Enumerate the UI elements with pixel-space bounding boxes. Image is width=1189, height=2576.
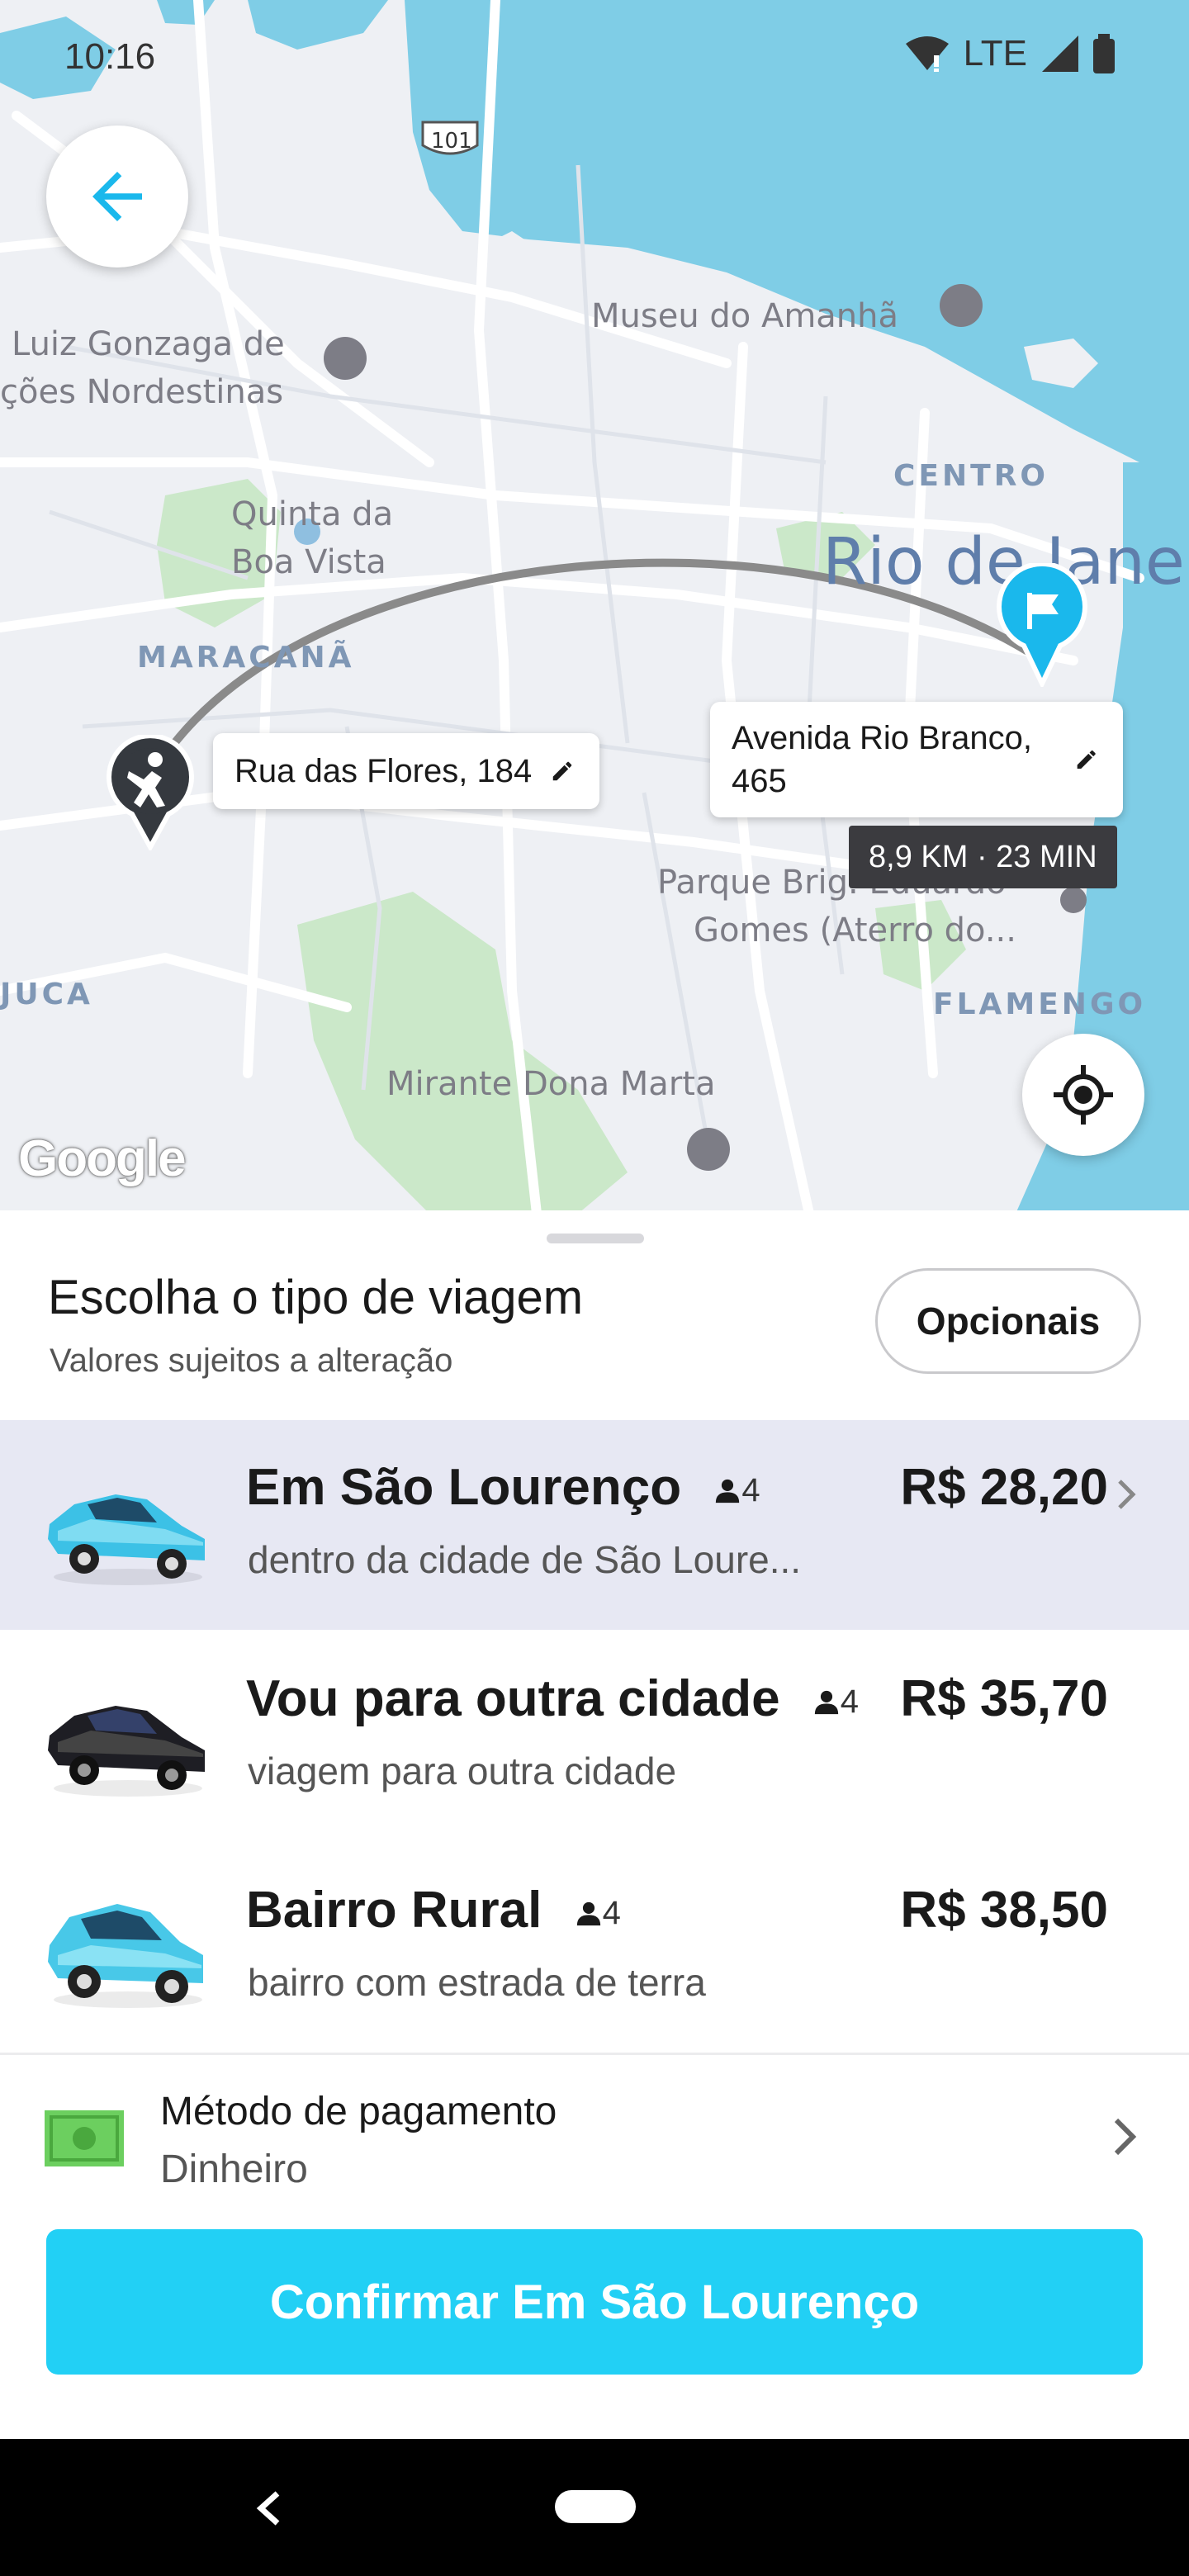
ride-name: Bairro Rural 4 [246,1881,621,1939]
highway-label: 101 [431,129,472,154]
drag-handle[interactable] [547,1234,644,1243]
status-time: 10:16 [64,36,156,77]
options-button[interactable]: Opcionais [875,1268,1141,1374]
person-icon [576,1901,600,1925]
divider [0,2053,1189,2055]
car-icon [48,1494,205,1585]
passenger-count: 4 [812,1683,859,1721]
origin-pin[interactable] [104,733,197,853]
maracana-label: MARACANÃ [137,641,355,675]
ride-name: Vou para outra cidade 4 [246,1669,859,1728]
ride-selection-sheet: Escolha o tipo de viagem Valores sujeito… [0,1210,1189,2439]
ride-description: viagem para outra cidade [248,1750,677,1792]
sheet-subtitle: Valores sujeitos a alteração [50,1342,453,1379]
sheet-title: Escolha o tipo de viagem [48,1271,584,1324]
crosshair-icon [1054,1065,1113,1125]
ride-option-em-sao-lourenco[interactable]: Em São Lourenço 4 dentro da cidade de Sã… [0,1420,1189,1630]
passenger-count-value: 4 [741,1472,760,1509]
cash-icon [45,2110,124,2166]
museum-label: Museu do Amanhã [591,297,899,335]
signal-icon [1042,36,1078,72]
flag-icon [997,561,1087,689]
ride-price: R$ 38,50 [900,1882,1108,1939]
status-bar: 10:16 LTE [0,0,1189,116]
destination-pin[interactable] [994,561,1090,689]
passenger-count-value: 4 [602,1895,621,1932]
juca-label: JUCA [0,978,93,1011]
payment-method-row[interactable]: Método de pagamento Dinheiro [0,2056,1189,2221]
battery-icon [1093,34,1115,73]
my-location-button[interactable] [1022,1034,1144,1156]
pencil-icon [552,761,572,781]
passenger-icon [107,733,194,853]
luiz-gonzaga-label-2: ções Nordestinas [0,373,284,411]
system-nav-bar [0,2439,1189,2576]
centro-label: CENTRO [893,459,1049,493]
suv-icon [48,1904,203,2008]
back-button[interactable] [46,125,188,268]
parque-label-2: Gomes (Aterro do... [694,912,1016,949]
ride-name-text: Em São Lourenço [246,1459,682,1516]
ride-price: R$ 28,20 [900,1459,1108,1516]
nav-home-pill[interactable] [555,2490,636,2523]
pencil-icon [1077,750,1096,769]
passenger-count: 4 [713,1472,760,1509]
ride-description: bairro com estrada de terra [248,1961,706,2004]
ride-name-text: Bairro Rural [246,1882,542,1939]
wifi-icon [905,36,949,72]
car-icon [48,1706,205,1797]
person-icon [814,1690,838,1714]
origin-address: Rua das Flores, 184 [234,752,533,789]
arrow-left-icon [92,172,142,221]
origin-address-bubble[interactable]: Rua das Flores, 184 [213,733,600,809]
chevron-right-icon [1114,2118,1137,2156]
payment-method-value: Dinheiro [160,2147,308,2191]
passenger-count: 4 [575,1895,621,1932]
ride-option-outra-cidade[interactable]: Vou para outra cidade 4 viagem para outr… [0,1631,1189,1841]
nav-back-icon[interactable] [253,2490,286,2526]
map-view[interactable]: 101 Museu do Amanhã Luiz Gonzaga de ções… [0,0,1189,1214]
mirante-label: Mirante Dona Marta [386,1065,716,1103]
quinta-label-2: Boa Vista [231,543,386,581]
chevron-right-icon [1118,1480,1136,1509]
destination-address-bubble[interactable]: Avenida Rio Branco, 465 [710,702,1123,817]
ride-name-text: Vou para outra cidade [246,1670,780,1727]
ride-price: R$ 35,70 [900,1670,1108,1727]
passenger-count-value: 4 [840,1683,860,1721]
network-type: LTE [963,33,1027,73]
ride-description: dentro da cidade de São Loure... [248,1538,802,1581]
eta-badge: 8,9 KM · 23 MIN [849,826,1117,888]
luiz-gonzaga-label: Luiz Gonzaga de [12,325,285,363]
destination-address: Avenida Rio Branco, 465 [732,720,1032,799]
ride-option-bairro-rural[interactable]: Bairro Rural 4 bairro com estrada de ter… [0,1843,1189,2053]
payment-method-title: Método de pagamento [160,2090,557,2133]
person-icon [716,1479,740,1503]
ride-name: Em São Lourenço 4 [246,1458,760,1517]
quinta-label: Quinta da [231,495,394,533]
google-logo: Google [18,1130,187,1187]
confirm-ride-button[interactable]: Confirmar Em São Lourenço [46,2229,1143,2375]
flamengo-label: FLAMENGO [933,987,1147,1021]
